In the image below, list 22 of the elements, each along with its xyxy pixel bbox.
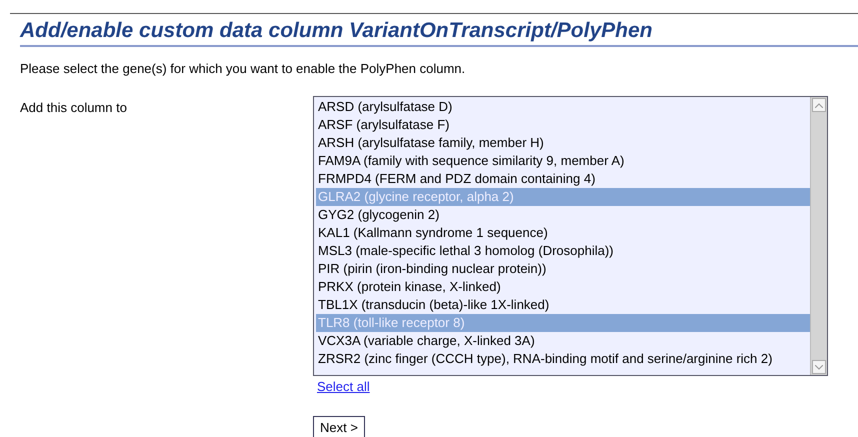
page-title: Add/enable custom data column VariantOnTranscript/PolyPhen bbox=[20, 19, 858, 47]
gene-option[interactable]: ARSF (arylsulfatase F) bbox=[316, 116, 810, 134]
scroll-down-icon[interactable] bbox=[812, 360, 826, 374]
gene-option[interactable]: GYG2 (glycogenin 2) bbox=[316, 206, 810, 224]
gene-option[interactable]: PIR (pirin (iron-binding nuclear protein)) bbox=[316, 260, 810, 278]
scroll-up-icon[interactable] bbox=[812, 98, 826, 112]
intro-text: Please select the gene(s) for which you want to enable the PolyPhen column. bbox=[20, 61, 466, 76]
gene-option[interactable]: KAL1 (Kallmann syndrome 1 sequence) bbox=[316, 224, 810, 242]
scrollbar[interactable] bbox=[810, 97, 827, 375]
gene-option[interactable]: ARSH (arylsulfatase family, member H) bbox=[316, 134, 810, 152]
gene-option[interactable]: ARSD (arylsulfatase D) bbox=[316, 98, 810, 116]
gene-option[interactable]: MSL3 (male-specific lethal 3 homolog (Drosophila)) bbox=[316, 242, 810, 260]
gene-option[interactable]: FRMPD4 (FERM and PDZ domain containing 4) bbox=[316, 170, 810, 188]
gene-option[interactable]: TBL1X (transducin (beta)-like 1X-linked) bbox=[316, 296, 810, 314]
field-label: Add this column to bbox=[20, 99, 128, 117]
gene-option[interactable]: FAM9A (family with sequence similarity 9, member A) bbox=[316, 152, 810, 170]
gene-listbox[interactable] bbox=[313, 96, 828, 376]
gene-option[interactable]: ZRSR2 (zinc finger (CCCH type), RNA-binding motif and serine/arginine rich 2) bbox=[316, 350, 810, 368]
select-all-link[interactable]: Select all bbox=[317, 379, 370, 394]
gene-option[interactable]: PRKX (protein kinase, X-linked) bbox=[316, 278, 810, 296]
gene-option[interactable]: VCX3A (variable charge, X-linked 3A) bbox=[316, 332, 810, 350]
next-button[interactable]: Next > bbox=[313, 416, 365, 437]
